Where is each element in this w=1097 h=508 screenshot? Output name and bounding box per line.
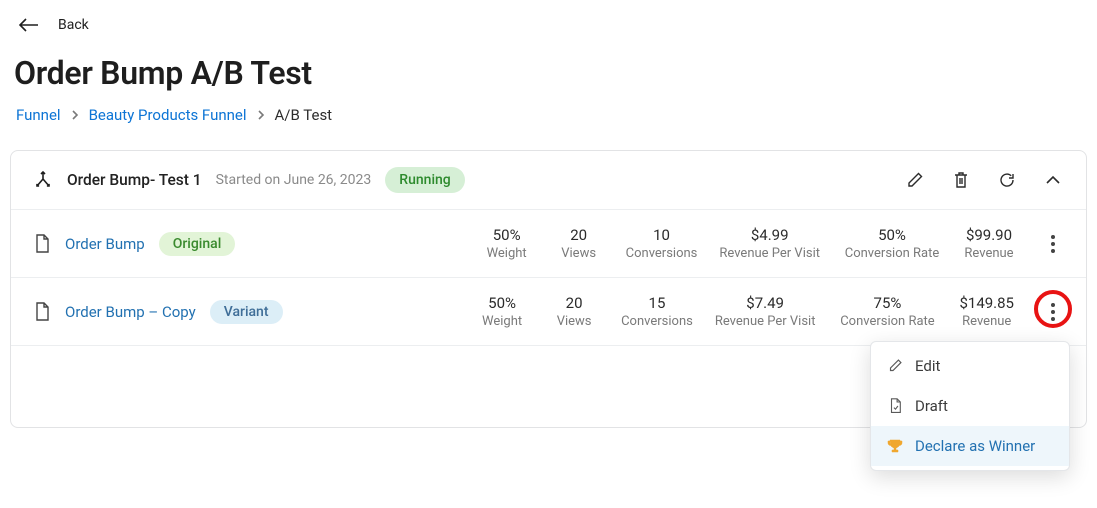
- metric-cr: 75%Conversion Rate: [827, 294, 947, 329]
- back-link[interactable]: Back: [58, 17, 89, 33]
- tag-original: Original: [159, 232, 236, 256]
- tag-variant: Variant: [210, 300, 283, 324]
- dropdown-label: Declare as Winner: [915, 437, 1035, 455]
- metric-revenue: $149.85Revenue: [949, 294, 1024, 329]
- delete-icon[interactable]: [950, 169, 972, 191]
- metric-weight: 50%Weight: [467, 294, 537, 329]
- dropdown-label: Draft: [915, 397, 948, 415]
- variant-link-copy[interactable]: Order Bump – Copy: [65, 303, 196, 321]
- page-title: Order Bump A/B Test: [10, 42, 1087, 100]
- trophy-icon: [887, 438, 903, 454]
- breadcrumb-link-beauty-products[interactable]: Beauty Products Funnel: [89, 106, 247, 124]
- row-actions-menu-button[interactable]: [1042, 297, 1064, 327]
- metric-revenue: $99.90Revenue: [954, 226, 1024, 261]
- refresh-icon[interactable]: [996, 169, 1018, 191]
- breadcrumb-link-funnel[interactable]: Funnel: [16, 106, 61, 124]
- metric-rpv: $7.49Revenue Per Visit: [705, 294, 826, 329]
- document-icon: [33, 302, 51, 322]
- chevron-right-icon: [71, 110, 79, 120]
- breadcrumb: Funnel Beauty Products Funnel A/B Test: [10, 100, 1087, 150]
- metric-conversions: 10Conversions: [616, 226, 708, 261]
- edit-icon[interactable]: [904, 169, 926, 191]
- back-arrow-icon[interactable]: [18, 14, 40, 36]
- metric-rpv: $4.99Revenue Per Visit: [709, 226, 830, 261]
- metric-views: 20Views: [544, 226, 614, 261]
- test-started: Started on June 26, 2023: [216, 172, 372, 188]
- row-actions-dropdown: Edit Draft Declare as Winner: [870, 341, 1070, 471]
- collapse-icon[interactable]: [1042, 169, 1064, 191]
- metric-views: 20Views: [539, 294, 609, 329]
- metric-conversions: 15Conversions: [611, 294, 703, 329]
- chevron-right-icon: [257, 110, 265, 120]
- variant-link-original[interactable]: Order Bump: [65, 235, 145, 253]
- table-row: Order Bump Original 50%Weight 20Views 10…: [11, 209, 1086, 277]
- metric-weight: 50%Weight: [472, 226, 542, 261]
- draft-icon: [887, 398, 903, 414]
- pencil-icon: [887, 358, 903, 374]
- dropdown-item-edit[interactable]: Edit: [871, 346, 1069, 386]
- test-panel: Order Bump- Test 1 Started on June 26, 2…: [10, 150, 1087, 428]
- metric-cr: 50%Conversion Rate: [832, 226, 952, 261]
- row-actions-menu-button[interactable]: [1042, 229, 1064, 259]
- table-row: Order Bump – Copy Variant 50%Weight 20Vi…: [11, 277, 1086, 345]
- status-badge: Running: [385, 167, 464, 193]
- test-name: Order Bump- Test 1: [67, 171, 202, 189]
- split-icon: [33, 170, 53, 190]
- document-icon: [33, 234, 51, 254]
- dropdown-label: Edit: [915, 357, 940, 375]
- dropdown-item-draft[interactable]: Draft: [871, 386, 1069, 426]
- dropdown-item-declare-winner[interactable]: Declare as Winner: [871, 426, 1069, 466]
- panel-header: Order Bump- Test 1 Started on June 26, 2…: [11, 151, 1086, 209]
- breadcrumb-current: A/B Test: [275, 106, 333, 124]
